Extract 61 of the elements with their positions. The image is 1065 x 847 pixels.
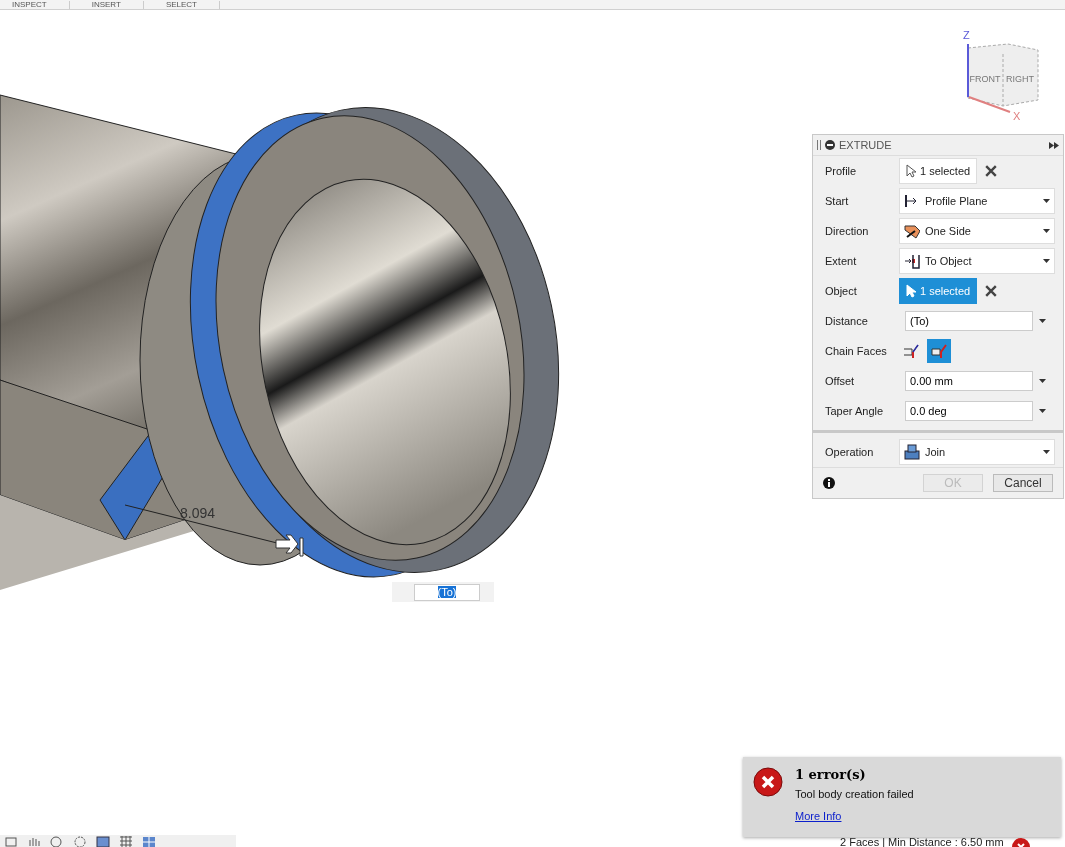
dropdown-field[interactable]: Profile Plane [899, 188, 1055, 214]
dropdown-field[interactable]: To Object [899, 248, 1055, 274]
field-label: Start [825, 195, 850, 207]
collapse-icon [825, 140, 835, 150]
one-side-icon [904, 223, 920, 239]
dimension-text: 8.094 [180, 505, 216, 521]
field-label: Offset [825, 375, 856, 387]
toolbar-tab[interactable]: INSPECT [12, 1, 70, 9]
join-icon [904, 444, 920, 460]
field-label: Direction [825, 225, 870, 237]
field-label: Chain Faces [825, 345, 888, 357]
field-label: Profile [825, 165, 858, 177]
cursor-icon [906, 284, 916, 298]
input-field[interactable]: 0.00 mm [905, 371, 1033, 391]
z-axis [967, 43, 969, 98]
error-title: 1 error(s) [795, 767, 867, 782]
dropdown-field[interactable]: Join [899, 439, 1055, 465]
error-message: Tool body creation failed [795, 788, 914, 800]
clear-icon[interactable] [985, 285, 998, 297]
dropdown-field[interactable]: One Side [899, 218, 1055, 244]
chain-faces-icon [930, 342, 948, 360]
chain-option-toggle[interactable] [927, 339, 951, 363]
field-label: Operation [825, 446, 875, 458]
more-info-link[interactable]: More Info [795, 810, 842, 822]
to-object-icon [904, 253, 920, 269]
error-icon [753, 767, 783, 797]
field-label: Object [825, 285, 858, 297]
caret-icon [1043, 450, 1050, 454]
panel-title: EXTRUDE [839, 139, 893, 151]
field-label: Taper Angle [825, 405, 885, 417]
cursor-icon [906, 164, 916, 178]
cube-face-label[interactable]: FRONT [969, 74, 1001, 84]
axis-label: X [1013, 110, 1021, 122]
dialog-button[interactable]: Cancel [993, 474, 1053, 492]
view-cube-drawing[interactable] [967, 43, 1039, 107]
field-label: Extent [825, 255, 858, 267]
caret-icon [1039, 319, 1046, 323]
caret-icon [1043, 229, 1050, 233]
chain-faces-icon [902, 342, 920, 360]
selection-button[interactable]: 1 selected [899, 158, 978, 184]
info-icon [823, 477, 835, 489]
viewports-icon [142, 835, 156, 847]
clear-icon[interactable] [985, 165, 998, 177]
expand-icon [1049, 141, 1059, 149]
grid-icon [119, 835, 133, 847]
distance-input[interactable]: (To) [392, 582, 494, 602]
caret-icon [1043, 259, 1050, 263]
toolbar-tab[interactable]: SELECT [165, 1, 220, 9]
caret-icon [1039, 409, 1046, 413]
selection-button[interactable]: 1 selected [899, 278, 978, 304]
input-field[interactable]: 0.0 deg [905, 401, 1033, 421]
toolbar-tab[interactable]: INSERT [91, 1, 144, 9]
caret-icon [1043, 199, 1050, 203]
input-field[interactable]: (To) [905, 311, 1033, 331]
cube-face-label[interactable]: RIGHT [1006, 74, 1034, 84]
caret-icon [1039, 379, 1046, 383]
axis-label: Z [963, 29, 970, 41]
pointer-icon [275, 534, 304, 557]
x-axis [968, 96, 1011, 113]
field-label: Distance [825, 315, 869, 327]
panel-grip-handle[interactable] [817, 140, 821, 150]
